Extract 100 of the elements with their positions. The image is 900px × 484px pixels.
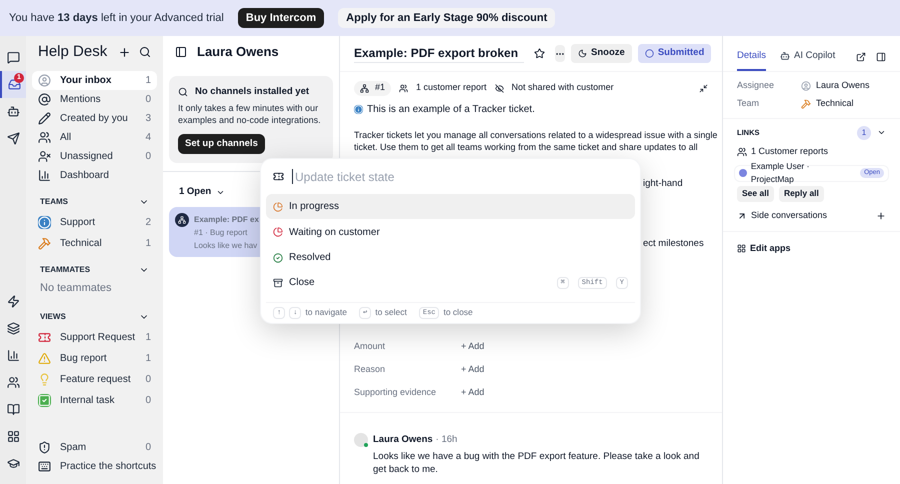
shield-icon [38,441,51,454]
customer-reports-label: 1 Customer reports [751,145,828,158]
ticket-avatar [175,213,189,228]
conversation-subtitle: #1 · Bug report [194,227,248,240]
state-option[interactable]: In progress [266,194,635,220]
sidebar-item[interactable]: Feature request 0 [32,370,157,389]
sidebar-item[interactable]: Technical 1 [32,234,157,253]
panel-icon[interactable] [175,46,187,58]
warning-icon [38,352,51,365]
description-text: ect milestones [643,237,704,252]
card-title: No channels installed yet [195,85,310,99]
moon-icon [578,49,588,58]
chevron-down-icon[interactable] [877,128,886,137]
sidebar-item[interactable]: Internal task 0 [32,391,157,410]
hierarchy-icon [360,84,369,92]
sidebar-item[interactable]: Dashboard [32,166,157,185]
people-icon [399,84,408,92]
external-link-icon[interactable] [856,52,866,62]
arrow-icon [737,211,747,221]
add-link[interactable]: + Add [461,340,484,354]
sharing-status: Not shared with customer [512,81,614,94]
card-text: It only takes a few minutes with our examples and no-code integrations. [178,102,322,126]
sidebar-item[interactable]: Created by you 3 [32,109,157,128]
more-button[interactable] [555,45,566,62]
sidebar-item[interactable]: Practice the shortcuts [32,457,157,476]
ticket-id: #1 [375,81,386,94]
ticket-icon [273,171,284,182]
check-circle-icon [273,252,283,262]
description-text: Tracker tickets let you manage all conversations related to a widespread issue with a single ticket. Use them to get all teams working from the same ticket and share updates to all [354,129,718,153]
progress-icon [273,202,283,212]
nav-item[interactable] [0,71,26,98]
link-action-button[interactable]: See all [737,186,774,202]
conversation-title: Example: PDF ex [194,214,259,226]
search-icon [178,87,188,98]
state-button[interactable]: Submitted [638,44,712,63]
graduation-cap-icon [6,457,20,470]
person-icon [38,150,51,163]
state-search-field[interactable]: Update ticket state [292,169,628,184]
send-icon [6,132,20,145]
star-icon[interactable] [534,48,546,59]
collapse-icon[interactable] [699,84,708,92]
attribute-label: Amount [354,340,386,353]
circle-icon [644,49,654,58]
at-sign-icon [38,93,51,106]
half-circle-icon [273,227,283,238]
hammer-icon [38,237,51,250]
sidebar-item[interactable]: Unassigned 0 [32,147,157,166]
plus-icon[interactable] [118,46,131,58]
sidebar-item[interactable]: Mentions 0 [32,90,157,109]
ticket-title[interactable]: Example: PDF export broken [354,44,524,63]
add-link[interactable]: + Add [461,362,484,376]
info-icon [38,216,51,229]
add-link[interactable]: + Add [461,386,484,400]
search-icon[interactable] [139,46,151,58]
pencil-icon [38,112,51,125]
ticket-icon [38,331,51,344]
apps-icon [737,244,746,253]
bot-icon [6,105,20,118]
count-badge: 1 [857,126,871,140]
sidebar-item[interactable]: Your inbox 1 [32,71,157,90]
avatar-icon [38,74,51,87]
link-action-button[interactable]: Reply all [778,186,824,202]
edit-apps-button[interactable]: Edit apps [737,242,791,255]
customer-report-count: 1 customer report [416,81,487,94]
sidebar-item[interactable]: Support Request 1 [32,328,157,347]
info-icon [354,105,363,114]
hint-text: to navigate [305,306,347,320]
panel-icon[interactable] [876,52,886,62]
comment-time: · 16h [436,432,458,446]
side-conversations-label: Side conversations [751,209,828,222]
avatar-icon [801,80,811,90]
hint-text: to select [375,306,407,320]
sidebar-item[interactable]: Spam 0 [32,438,157,457]
panel-tab[interactable]: AI Copilot [780,43,836,71]
eye-off-icon [494,84,504,92]
field-value: Laura Owens [816,78,870,92]
sidebar-item[interactable]: Support 2 [32,213,157,232]
bar-chart-icon [38,169,51,182]
discount-button[interactable]: Apply for an Early Stage 90% discount [338,8,556,28]
plus-icon[interactable] [876,211,886,221]
section-heading: TEAMMATES [40,264,92,276]
hammer-icon [801,98,811,108]
conversation-preview: Looks like we hav [194,240,258,252]
buy-button[interactable]: Buy Intercom [238,8,324,28]
sidebar-title: Help Desk [38,42,108,62]
people-icon [6,376,20,389]
bot-icon [780,51,790,61]
lightbulb-icon [38,373,51,386]
intro-text: This is an example of a Tracker ticket. [367,103,535,117]
sidebar-item[interactable]: Bug report 1 [32,349,157,368]
filter-dropdown[interactable]: 1 Open [179,184,226,200]
bar-chart-icon [6,349,20,362]
snooze-button[interactable]: Snooze [571,44,632,63]
comment-author: Laura Owens [373,432,433,446]
keyboard-icon [38,460,51,473]
panel-tab[interactable]: Details [737,43,766,71]
set-up-channels-button[interactable]: Set up channels [178,134,265,154]
inbox-icon [8,78,20,91]
description-text: ight-hand [643,177,683,191]
sidebar-item[interactable]: All 4 [32,128,157,147]
